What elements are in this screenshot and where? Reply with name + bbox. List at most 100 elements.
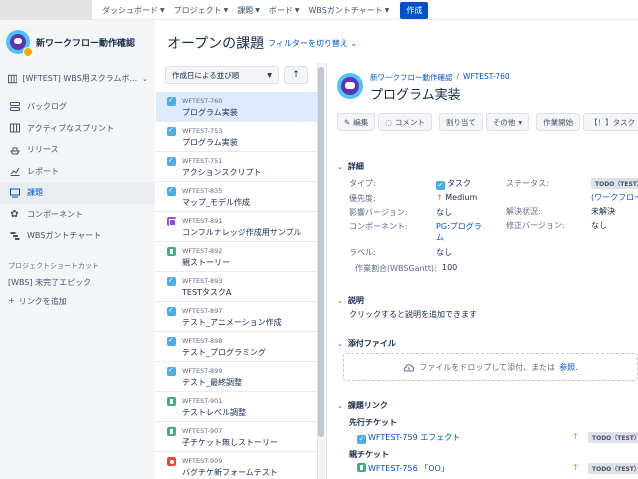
- add-link-button[interactable]: + リンクを追加: [8, 296, 67, 307]
- board-selector-label: [WFTEST] WBS用スクラムボ...: [22, 74, 138, 83]
- more-button[interactable]: その他 ▾: [485, 113, 530, 131]
- project-header[interactable]: 新ワークフロー動作確認: [6, 30, 135, 57]
- sidebar-item-label: WBSガントチャート: [27, 231, 102, 241]
- field-component-value-1[interactable]: PG:プログラ: [436, 221, 482, 232]
- nav-wbs-gantt[interactable]: WBSガントチャート ▼: [309, 5, 390, 16]
- priority-medium-icon: ↑: [572, 432, 579, 441]
- nav-dashboard-label: ダッシュボード: [102, 5, 158, 15]
- issue-row[interactable]: WFTEST-753 プログラム実装: [156, 122, 317, 152]
- add-link-label: リンクを追加: [18, 297, 67, 306]
- filter-switch-button[interactable]: フィルターを切り替え ⌄: [268, 38, 357, 49]
- breadcrumb-issue-key[interactable]: WFTEST-760: [463, 72, 510, 83]
- nav-issues[interactable]: 課題 ▼: [237, 5, 260, 16]
- workflow-link[interactable]: (ワークフロー: [591, 192, 638, 203]
- issue-key: WFTEST-892: [182, 247, 223, 255]
- shortcut-link[interactable]: [WBS] 未完了エピック: [8, 277, 91, 288]
- sidebar-item-label: バックログ: [27, 102, 67, 112]
- issue-key: WFTEST-753: [182, 127, 223, 135]
- field-labels-value: なし: [436, 248, 452, 257]
- issue-row[interactable]: WFTEST-909 バグチケ新フォームテスト: [156, 452, 317, 479]
- browse-link[interactable]: 参照.: [559, 362, 578, 373]
- create-button[interactable]: 作成: [400, 1, 429, 19]
- issue-summary: 子チケット無しストーリー: [182, 438, 278, 447]
- sidebar-item-issues[interactable]: 課題: [0, 182, 155, 204]
- issue-row[interactable]: WFTEST-835 マップ_モデル作成: [156, 182, 317, 212]
- issue-row[interactable]: WFTEST-892 親ストーリー: [156, 242, 317, 272]
- shortcuts-header: プロジェクトショートカット: [8, 262, 99, 270]
- task-icon: ✓: [357, 435, 366, 444]
- description-section-header[interactable]: ⌄ 説明: [337, 295, 364, 306]
- field-affects-label: 影響バージョン:: [349, 208, 408, 217]
- issue-key: WFTEST-897: [182, 307, 223, 315]
- start-progress-button[interactable]: 作業開始: [536, 113, 581, 131]
- issue-row[interactable]: WFTEST-898 テスト_プログラミング: [156, 332, 317, 362]
- sidebar-item-components[interactable]: ✿ コンポーネント: [0, 204, 155, 226]
- jira-logo[interactable]: [0, 0, 92, 20]
- sort-direction-button[interactable]: ↑: [284, 66, 308, 84]
- issue-row[interactable]: WFTEST-899 テスト_最終調整: [156, 362, 317, 392]
- issue-row[interactable]: WFTEST-907 子チケット無しストーリー: [156, 422, 317, 452]
- nav-dashboard[interactable]: ダッシュボード ▼: [102, 5, 165, 16]
- chevron-down-icon: ▼: [160, 6, 165, 14]
- chevron-down-icon: ⌄: [337, 401, 343, 410]
- edit-button[interactable]: ✎ 編集: [337, 113, 376, 131]
- issue-row[interactable]: WFTEST-760 プログラム実装: [156, 92, 317, 122]
- assign-button[interactable]: 割り当て: [438, 113, 483, 131]
- task-icon: ✓: [436, 181, 445, 190]
- chevron-down-icon: ▼: [294, 6, 300, 14]
- more-label: その他: [492, 117, 516, 127]
- link-group-predecessor: 先行チケット: [349, 418, 397, 427]
- chevron-down-icon: ▼: [267, 71, 272, 79]
- attachments-section-header[interactable]: ⌄ 添付ファイル: [337, 338, 396, 349]
- chevron-down-icon: ▼: [384, 6, 390, 14]
- nav-boards[interactable]: ボード ▼: [269, 5, 300, 16]
- linked-issue-756[interactable]: WFTEST-756 「OO」: [357, 463, 449, 474]
- issue-links-section-header[interactable]: ⌄ 課題リンク: [337, 400, 388, 411]
- field-priority-value: ↑ Medium: [436, 193, 477, 202]
- sidebar-nav: バックログ アクティブなスプリント リリース レポート 課題 ✿ コンポーネント: [0, 96, 155, 247]
- comment-icon: ◌: [385, 117, 392, 127]
- issue-key: WFTEST-891: [182, 217, 223, 225]
- issue-row[interactable]: WFTEST-751 アクションスクリプト: [156, 152, 317, 182]
- sidebar-item-backlog[interactable]: バックログ: [0, 96, 155, 118]
- sidebar-item-wbs-gantt[interactable]: WBSガントチャート: [0, 225, 155, 247]
- story-icon: [357, 463, 366, 472]
- issue-summary: テスト_プログラミング: [182, 348, 266, 357]
- issue-links-header: 課題リンク: [347, 401, 388, 410]
- issue-row[interactable]: WFTEST-891 コンフルナレッジ作成用サンプル: [156, 212, 317, 242]
- sort-select[interactable]: 作成日による並び順 ▼: [165, 66, 279, 84]
- plus-icon: +: [8, 296, 15, 305]
- sidebar-item-active-sprint[interactable]: アクティブなスプリント: [0, 118, 155, 140]
- filter-switch-label: フィルターを切り替え: [268, 39, 348, 48]
- list-scrollbar-thumb[interactable]: [318, 67, 324, 437]
- board-selector[interactable]: [WFTEST] WBS用スクラムボ... ⌄: [8, 73, 148, 84]
- status-badge: TODO（TEST）: [591, 178, 638, 189]
- linked-issue-759[interactable]: ✓ WFTEST-759 エフェクト: [357, 432, 460, 444]
- ship-icon: [9, 144, 20, 155]
- sidebar-item-releases[interactable]: リリース: [0, 139, 155, 161]
- field-priority-text: Medium: [445, 193, 478, 202]
- field-status-label: ステータス:: [506, 179, 549, 188]
- description-placeholder[interactable]: クリックすると説明を追加できます: [349, 309, 477, 320]
- workflow-task-button[interactable]: 【！】タスク: [583, 113, 638, 131]
- project-badge-icon: [23, 47, 33, 57]
- comment-button[interactable]: ◌ コメント: [378, 113, 432, 131]
- sidebar-item-reports[interactable]: レポート: [0, 161, 155, 183]
- breadcrumb-project[interactable]: 新ワークフロー動作確認: [370, 72, 453, 83]
- issue-row[interactable]: WFTEST-901 テストレベル調整: [156, 392, 317, 422]
- field-progress-value[interactable]: 100: [442, 263, 457, 272]
- issue-key: WFTEST-751: [182, 157, 223, 165]
- details-section-header[interactable]: ⌄ 詳細: [337, 161, 364, 172]
- field-component-value-2[interactable]: ム: [436, 232, 444, 243]
- field-resolution-value: 未解決: [591, 207, 615, 216]
- top-navigation: ダッシュボード ▼ プロジェクト ▼ 課題 ▼ ボード ▼ WBSガントチャート ▼ 作成: [0, 0, 638, 20]
- issue-row[interactable]: WFTEST-897 テスト_アニメーション作成: [156, 302, 317, 332]
- attachment-dropzone[interactable]: ファイルをドロップして添付、または 参照.: [343, 353, 638, 381]
- chevron-down-icon: ⌄: [337, 296, 343, 305]
- issue-row[interactable]: WFTEST-893 TESTタスクA: [156, 272, 317, 302]
- page-title: オープンの課題: [167, 36, 265, 52]
- issue-summary: マップ_モデル作成: [182, 198, 250, 207]
- nav-projects[interactable]: プロジェクト ▼: [174, 5, 229, 16]
- sidebar-item-label: リリース: [27, 145, 59, 155]
- issues-icon: [9, 187, 20, 198]
